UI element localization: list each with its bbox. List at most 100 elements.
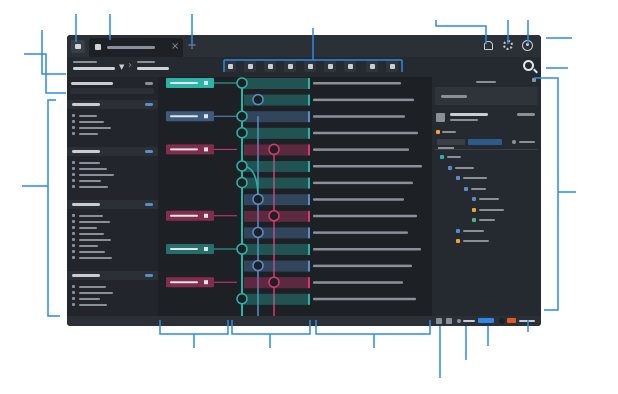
repo-selector-label[interactable] <box>73 61 97 63</box>
tree-node-icon[interactable] <box>472 218 476 222</box>
repo-selector-value[interactable] <box>73 67 115 70</box>
tree-node-icon[interactable] <box>456 228 460 233</box>
commit-message-placeholder <box>313 148 409 151</box>
commit-message-placeholder <box>313 297 416 301</box>
commit-row-marker <box>308 277 310 289</box>
active-tab[interactable]: × <box>89 38 183 57</box>
sidebar-item-icon <box>72 161 75 164</box>
sidebar-header-count <box>145 82 153 85</box>
sidebar-section-title <box>72 274 100 277</box>
commit-sha <box>517 113 535 116</box>
toolbar-button-1[interactable] <box>224 60 236 72</box>
view-toggle[interactable] <box>437 139 465 145</box>
commit-row-marker <box>308 177 310 189</box>
branch-label-icon <box>204 114 208 119</box>
toolbar-button-9[interactable] <box>386 60 398 72</box>
commit-row-marker <box>308 227 310 239</box>
commit-node <box>252 193 264 205</box>
sidebar-item-label <box>79 250 105 253</box>
sidebar-header <box>71 82 113 85</box>
status-toggle-1[interactable] <box>436 318 442 324</box>
commit-row-highlight <box>244 177 308 189</box>
sidebar-item-label <box>79 126 111 129</box>
status-toggle-2[interactable] <box>446 318 452 324</box>
commit-message-placeholder <box>313 131 418 135</box>
branch-selector-value[interactable] <box>137 67 169 70</box>
commit-row-highlight <box>244 78 308 89</box>
detail-close-icon[interactable] <box>532 78 536 82</box>
file-count <box>512 140 516 144</box>
toolbar-button-3[interactable] <box>264 60 276 72</box>
plus-icon[interactable]: + <box>187 38 197 52</box>
toolbar-button-icon <box>248 64 253 69</box>
commit-detail-panel <box>432 77 541 316</box>
commit-node <box>268 143 280 156</box>
sidebar-item-icon <box>72 114 75 117</box>
view-toggle-active[interactable] <box>468 139 502 145</box>
commit-message-placeholder <box>313 98 414 102</box>
commit-message-box <box>435 87 538 105</box>
sidebar-item-icon <box>72 167 75 170</box>
sidebar-filter-input[interactable] <box>70 88 154 94</box>
commit-node <box>236 77 248 89</box>
sidebar-item[interactable] <box>67 255 158 261</box>
callout-line-11 <box>22 99 60 317</box>
status-badge-blue[interactable] <box>478 318 494 323</box>
commit-row-marker <box>308 94 310 106</box>
sidebar-item[interactable] <box>67 131 158 137</box>
sidebar-item[interactable] <box>67 302 158 308</box>
chevron-down-icon[interactable]: ▼ <box>119 63 124 71</box>
tree-node-icon[interactable] <box>472 207 476 212</box>
sidebar-section-title <box>72 103 100 106</box>
toolbar: ▼ › <box>67 57 541 77</box>
changed-file-icon <box>436 130 440 134</box>
tree-node-icon[interactable] <box>440 155 444 159</box>
tree-node-label <box>455 166 474 169</box>
tree-node-icon[interactable] <box>464 186 468 191</box>
branch-label-text <box>170 248 198 250</box>
commit-node <box>268 210 280 222</box>
toolbar-button-5[interactable] <box>304 60 316 72</box>
tree-node-label <box>471 187 486 190</box>
commit-row-marker <box>308 194 310 206</box>
commit-node <box>252 259 264 272</box>
branch-label-icon <box>204 81 208 85</box>
sidebar-item-label <box>79 173 114 176</box>
tree-node-icon[interactable] <box>456 176 460 180</box>
app-icon[interactable] <box>71 40 85 53</box>
commit-node <box>236 160 248 172</box>
commit-row-marker <box>308 210 310 222</box>
sidebar-item[interactable] <box>67 184 158 190</box>
sidebar-item-icon <box>72 126 75 129</box>
toolbar-button-icon <box>348 64 353 69</box>
toolbar-button-2[interactable] <box>244 60 256 72</box>
toolbar-button-7[interactable] <box>344 60 356 72</box>
sidebar-item-icon <box>72 179 75 182</box>
commit-message-placeholder <box>313 264 412 268</box>
sidebar-item-icon <box>72 232 75 235</box>
toolbar-button-icon <box>268 64 273 69</box>
status-zoom[interactable] <box>519 320 535 322</box>
tree-node-icon[interactable] <box>472 197 476 201</box>
user-icon[interactable] <box>522 40 533 51</box>
sidebar-item-icon <box>72 297 75 300</box>
commit-row-marker <box>308 111 310 123</box>
toolbar-button-6[interactable] <box>324 60 336 72</box>
tab-icon <box>95 44 101 50</box>
commit-row-marker <box>308 127 310 139</box>
close-icon[interactable]: × <box>171 41 179 53</box>
sidebar-section-badge <box>145 203 153 206</box>
tree-node-icon[interactable] <box>448 165 452 170</box>
bell-icon[interactable] <box>484 41 493 50</box>
tree-node-label <box>463 240 489 242</box>
status-badge-orange[interactable] <box>507 318 516 323</box>
toolbar-button-8[interactable] <box>366 60 378 72</box>
branch-label-icon <box>204 280 208 285</box>
tree-node-icon[interactable] <box>456 239 460 243</box>
toolbar-button-4[interactable] <box>284 60 296 72</box>
gear-icon[interactable] <box>503 40 513 50</box>
commit-row-highlight <box>244 293 308 305</box>
commit-row-highlight <box>244 127 308 139</box>
author-date <box>450 119 478 121</box>
branch-selector-label[interactable] <box>137 61 155 63</box>
